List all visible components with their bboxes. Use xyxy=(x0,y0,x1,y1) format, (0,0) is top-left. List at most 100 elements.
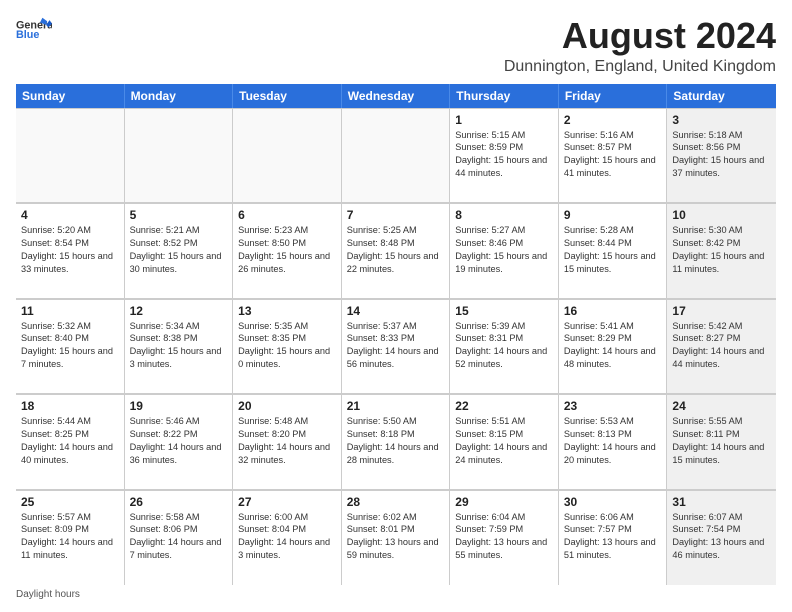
day-of-week-header: Saturday xyxy=(667,84,776,108)
calendar-cell: 5Sunrise: 5:21 AM Sunset: 8:52 PM Daylig… xyxy=(125,203,234,297)
calendar-cell: 10Sunrise: 5:30 AM Sunset: 8:42 PM Dayli… xyxy=(667,203,776,297)
calendar-cell xyxy=(233,108,342,202)
day-number: 4 xyxy=(21,208,119,222)
calendar-body: 1 Sunrise: 5:15 AM Sunset: 8:59 PM Daylig… xyxy=(16,108,776,585)
day-info: Sunrise: 5:51 AM Sunset: 8:15 PM Dayligh… xyxy=(455,415,553,467)
day-info: Sunrise: 5:44 AM Sunset: 8:25 PM Dayligh… xyxy=(21,415,119,467)
calendar-cell: 13Sunrise: 5:35 AM Sunset: 8:35 PM Dayli… xyxy=(233,299,342,393)
day-info: Sunrise: 5:37 AM Sunset: 8:33 PM Dayligh… xyxy=(347,320,445,372)
day-number: 23 xyxy=(564,399,662,413)
calendar-cell: 11 Sunrise: 5:32 AM Sunset: 8:40 PM Dayli… xyxy=(16,299,125,393)
calendar-cell: 30 Sunrise: 6:06 AM Sunset: 7:57 PM Dayli… xyxy=(559,490,668,585)
calendar-cell: 6 Sunrise: 5:23 AM Sunset: 8:50 PM Daylig… xyxy=(233,203,342,297)
calendar-cell: 1 Sunrise: 5:15 AM Sunset: 8:59 PM Daylig… xyxy=(450,108,559,202)
day-number: 19 xyxy=(130,399,228,413)
calendar-cell: 31Sunrise: 6:07 AM Sunset: 7:54 PM Dayli… xyxy=(667,490,776,585)
day-number: 14 xyxy=(347,304,445,318)
day-info: Sunrise: 5:32 AM Sunset: 8:40 PM Dayligh… xyxy=(21,320,119,372)
title-area: August 2024 Dunnington, England, United … xyxy=(504,16,776,76)
location: Dunnington, England, United Kingdom xyxy=(504,58,776,76)
day-number: 6 xyxy=(238,208,336,222)
day-info: Sunrise: 5:39 AM Sunset: 8:31 PM Dayligh… xyxy=(455,320,553,372)
day-number: 29 xyxy=(455,495,553,509)
day-info: Sunrise: 5:50 AM Sunset: 8:18 PM Dayligh… xyxy=(347,415,445,467)
day-number: 22 xyxy=(455,399,553,413)
day-info: Sunrise: 5:53 AM Sunset: 8:13 PM Dayligh… xyxy=(564,415,662,467)
day-number: 7 xyxy=(347,208,445,222)
day-info: Sunrise: 5:55 AM Sunset: 8:11 PM Dayligh… xyxy=(672,415,771,467)
day-number: 3 xyxy=(672,113,771,127)
calendar: SundayMondayTuesdayWednesdayThursdayFrid… xyxy=(16,84,776,585)
day-info: Sunrise: 5:48 AM Sunset: 8:20 PM Dayligh… xyxy=(238,415,336,467)
calendar-cell: 18 Sunrise: 5:44 AM Sunset: 8:25 PM Dayli… xyxy=(16,394,125,488)
calendar-cell: 21 Sunrise: 5:50 AM Sunset: 8:18 PM Dayli… xyxy=(342,394,451,488)
day-info: Sunrise: 5:20 AM Sunset: 8:54 PM Dayligh… xyxy=(21,224,119,276)
day-number: 24 xyxy=(672,399,771,413)
day-number: 27 xyxy=(238,495,336,509)
day-info: Sunrise: 5:21 AM Sunset: 8:52 PM Dayligh… xyxy=(130,224,228,276)
footer-note: Daylight hours xyxy=(16,589,776,600)
calendar-cell: 7 Sunrise: 5:25 AM Sunset: 8:48 PM Daylig… xyxy=(342,203,451,297)
day-number: 30 xyxy=(564,495,662,509)
calendar-cell: 24 Sunrise: 5:55 AM Sunset: 8:11 PM Dayli… xyxy=(667,394,776,488)
day-of-week-header: Sunday xyxy=(16,84,125,108)
day-info: Sunrise: 5:23 AM Sunset: 8:50 PM Dayligh… xyxy=(238,224,336,276)
calendar-cell: 25 Sunrise: 5:57 AM Sunset: 8:09 PM Dayli… xyxy=(16,490,125,585)
calendar-cell: 17 Sunrise: 5:42 AM Sunset: 8:27 PM Dayli… xyxy=(667,299,776,393)
logo-icon: General Blue xyxy=(16,16,52,44)
calendar-cell xyxy=(342,108,451,202)
logo: General Blue xyxy=(16,16,52,44)
calendar-cell: 12Sunrise: 5:34 AM Sunset: 8:38 PM Dayli… xyxy=(125,299,234,393)
calendar-cell: 20 Sunrise: 5:48 AM Sunset: 8:20 PM Dayli… xyxy=(233,394,342,488)
day-number: 11 xyxy=(21,304,119,318)
calendar-cell: 15 Sunrise: 5:39 AM Sunset: 8:31 PM Dayli… xyxy=(450,299,559,393)
calendar-cell: 4 Sunrise: 5:20 AM Sunset: 8:54 PM Daylig… xyxy=(16,203,125,297)
day-number: 20 xyxy=(238,399,336,413)
day-of-week-header: Monday xyxy=(125,84,234,108)
day-info: Sunrise: 5:25 AM Sunset: 8:48 PM Dayligh… xyxy=(347,224,445,276)
calendar-week-row: 11 Sunrise: 5:32 AM Sunset: 8:40 PM Dayli… xyxy=(16,299,776,394)
day-info: Sunrise: 6:06 AM Sunset: 7:57 PM Dayligh… xyxy=(564,511,662,563)
day-info: Sunrise: 5:58 AM Sunset: 8:06 PM Dayligh… xyxy=(130,511,228,563)
day-info: Sunrise: 5:28 AM Sunset: 8:44 PM Dayligh… xyxy=(564,224,662,276)
calendar-cell: 19 Sunrise: 5:46 AM Sunset: 8:22 PM Dayli… xyxy=(125,394,234,488)
calendar-cell: 2 Sunrise: 5:16 AM Sunset: 8:57 PM Daylig… xyxy=(559,108,668,202)
calendar-cell xyxy=(16,108,125,202)
day-info: Sunrise: 5:27 AM Sunset: 8:46 PM Dayligh… xyxy=(455,224,553,276)
day-info: Sunrise: 5:18 AM Sunset: 8:56 PM Dayligh… xyxy=(672,129,771,181)
day-number: 1 xyxy=(455,113,553,127)
calendar-week-row: 1 Sunrise: 5:15 AM Sunset: 8:59 PM Daylig… xyxy=(16,108,776,203)
day-number: 16 xyxy=(564,304,662,318)
day-info: Sunrise: 6:00 AM Sunset: 8:04 PM Dayligh… xyxy=(238,511,336,563)
day-of-week-header: Wednesday xyxy=(342,84,451,108)
calendar-cell: 23 Sunrise: 5:53 AM Sunset: 8:13 PM Dayli… xyxy=(559,394,668,488)
svg-text:Blue: Blue xyxy=(16,29,39,41)
calendar-cell: 9Sunrise: 5:28 AM Sunset: 8:44 PM Daylig… xyxy=(559,203,668,297)
day-number: 31 xyxy=(672,495,771,509)
day-info: Sunrise: 5:16 AM Sunset: 8:57 PM Dayligh… xyxy=(564,129,662,181)
day-number: 21 xyxy=(347,399,445,413)
calendar-cell: 26 Sunrise: 5:58 AM Sunset: 8:06 PM Dayli… xyxy=(125,490,234,585)
calendar-cell: 22 Sunrise: 5:51 AM Sunset: 8:15 PM Dayli… xyxy=(450,394,559,488)
calendar-week-row: 4 Sunrise: 5:20 AM Sunset: 8:54 PM Daylig… xyxy=(16,203,776,298)
day-number: 15 xyxy=(455,304,553,318)
day-number: 26 xyxy=(130,495,228,509)
calendar-cell: 16 Sunrise: 5:41 AM Sunset: 8:29 PM Dayli… xyxy=(559,299,668,393)
day-info: Sunrise: 5:57 AM Sunset: 8:09 PM Dayligh… xyxy=(21,511,119,563)
day-info: Sunrise: 5:41 AM Sunset: 8:29 PM Dayligh… xyxy=(564,320,662,372)
day-number: 17 xyxy=(672,304,771,318)
day-number: 18 xyxy=(21,399,119,413)
day-info: Sunrise: 5:15 AM Sunset: 8:59 PM Dayligh… xyxy=(455,129,553,181)
day-number: 10 xyxy=(672,208,771,222)
calendar-cell: 29 Sunrise: 6:04 AM Sunset: 7:59 PM Dayli… xyxy=(450,490,559,585)
day-number: 25 xyxy=(21,495,119,509)
day-info: Sunrise: 6:04 AM Sunset: 7:59 PM Dayligh… xyxy=(455,511,553,563)
day-info: Sunrise: 5:42 AM Sunset: 8:27 PM Dayligh… xyxy=(672,320,771,372)
day-number: 12 xyxy=(130,304,228,318)
day-of-week-header: Friday xyxy=(559,84,668,108)
calendar-week-row: 18 Sunrise: 5:44 AM Sunset: 8:25 PM Dayli… xyxy=(16,394,776,489)
daylight-hours-label: Daylight hours xyxy=(16,589,80,600)
day-info: Sunrise: 5:46 AM Sunset: 8:22 PM Dayligh… xyxy=(130,415,228,467)
calendar-header: SundayMondayTuesdayWednesdayThursdayFrid… xyxy=(16,84,776,108)
day-number: 2 xyxy=(564,113,662,127)
